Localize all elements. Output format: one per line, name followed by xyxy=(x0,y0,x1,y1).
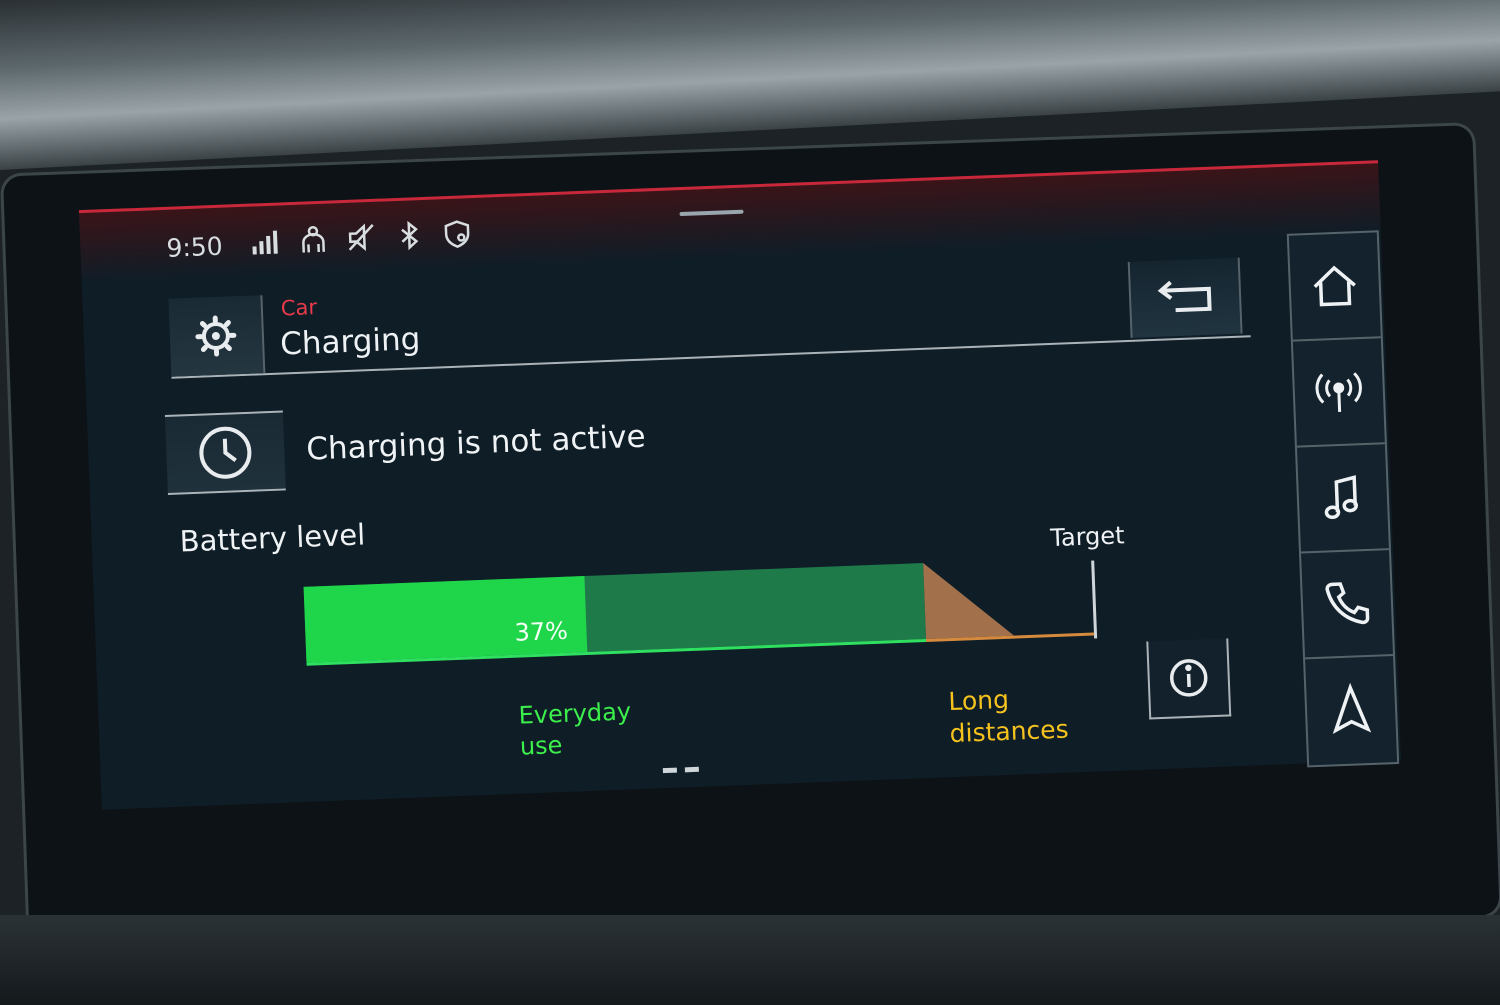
nav-home[interactable] xyxy=(1289,232,1381,341)
muted-speaker-icon xyxy=(346,222,377,253)
nav-radio[interactable] xyxy=(1293,338,1385,447)
bluetooth-icon xyxy=(394,220,425,251)
battery-percentage: 37% xyxy=(514,617,568,647)
clock-time: 9:50 xyxy=(166,232,223,263)
gear-icon xyxy=(168,295,263,376)
page-indicator xyxy=(663,767,699,773)
pull-down-handle[interactable] xyxy=(679,210,743,216)
charging-timer-button[interactable] xyxy=(165,410,286,494)
page-title: Charging xyxy=(280,321,421,362)
shield-location-icon xyxy=(442,218,473,249)
everyday-use-label: Everyday use xyxy=(518,695,660,762)
side-navigation xyxy=(1287,230,1399,767)
info-button[interactable] xyxy=(1146,638,1231,719)
nav-phone[interactable] xyxy=(1301,550,1393,659)
info-icon xyxy=(1148,638,1229,717)
radio-icon xyxy=(1310,363,1368,421)
nav-navigation[interactable] xyxy=(1305,656,1397,763)
infotainment-screen: 9:50 xyxy=(79,160,1401,809)
clock-icon xyxy=(165,412,286,492)
signal-icon xyxy=(250,225,281,256)
charging-status-text: Charging is not active xyxy=(306,419,647,468)
home-icon xyxy=(1306,257,1364,315)
music-icon xyxy=(1314,469,1372,527)
battery-level-bar[interactable]: Target 37% Everyday use Long distances xyxy=(304,555,1130,766)
back-arrow-icon xyxy=(1130,258,1241,338)
navigation-icon xyxy=(1322,681,1380,739)
breadcrumb: Car xyxy=(280,295,317,320)
status-icons xyxy=(250,218,473,256)
battery-level-heading: Battery level xyxy=(179,517,366,558)
target-label: Target xyxy=(1050,521,1125,552)
nav-music[interactable] xyxy=(1297,444,1389,553)
long-distance-taper xyxy=(923,560,1014,639)
phone-icon xyxy=(1318,575,1376,633)
back-button[interactable] xyxy=(1128,258,1243,338)
header-row: Car Charging xyxy=(168,257,1250,378)
long-distances-label: Long distances xyxy=(948,680,1110,750)
passenger-icon xyxy=(298,224,329,255)
dashboard-trim-bottom xyxy=(0,915,1500,1005)
settings-button[interactable] xyxy=(168,295,265,377)
target-marker[interactable] xyxy=(1091,560,1097,638)
